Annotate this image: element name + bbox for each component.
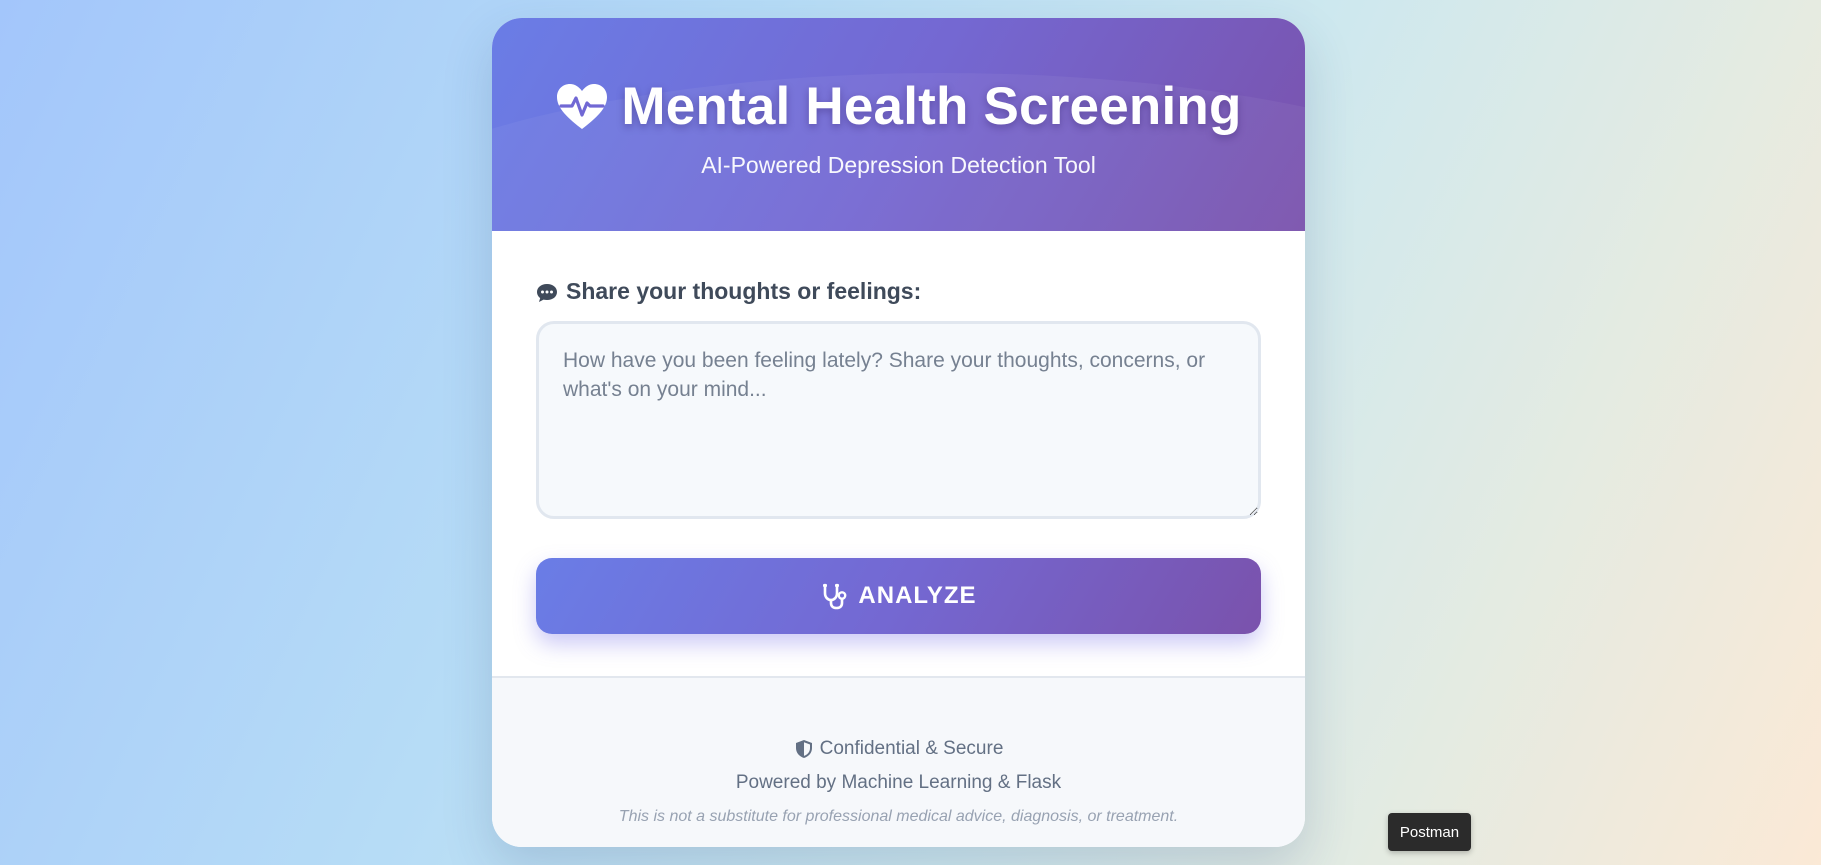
screening-card: Mental Health Screening AI-Powered Depre… xyxy=(492,18,1305,847)
heart-pulse-icon xyxy=(555,82,609,132)
stethoscope-icon xyxy=(820,582,848,610)
footer: Confidential & Secure Powered by Machine… xyxy=(492,676,1305,847)
disclaimer-text: This is not a substitute for professiona… xyxy=(618,808,1179,825)
header-banner: Mental Health Screening AI-Powered Depre… xyxy=(492,18,1305,231)
subtitle: AI-Powered Depression Detection Tool xyxy=(701,152,1096,178)
powered-by-text: Powered by Machine Learning & Flask xyxy=(735,772,1062,793)
postman-tooltip: Postman xyxy=(1388,813,1471,851)
thoughts-textarea[interactable] xyxy=(536,321,1261,519)
secure-text: Confidential & Secure xyxy=(819,738,1004,759)
title-text: Mental Health Screening xyxy=(621,77,1242,136)
thoughts-field-wrapper xyxy=(536,321,1261,519)
analyze-button-label: ANALYZE xyxy=(858,582,977,609)
thoughts-label: Share your thoughts or feelings: xyxy=(536,278,921,305)
shield-icon xyxy=(794,739,814,759)
page-title: Mental Health Screening xyxy=(492,76,1305,137)
chat-icon xyxy=(536,282,558,302)
secure-line: Confidential & Secure xyxy=(492,738,1305,760)
analyze-button[interactable]: ANALYZE xyxy=(536,558,1261,634)
thoughts-label-text: Share your thoughts or feelings: xyxy=(566,278,922,304)
